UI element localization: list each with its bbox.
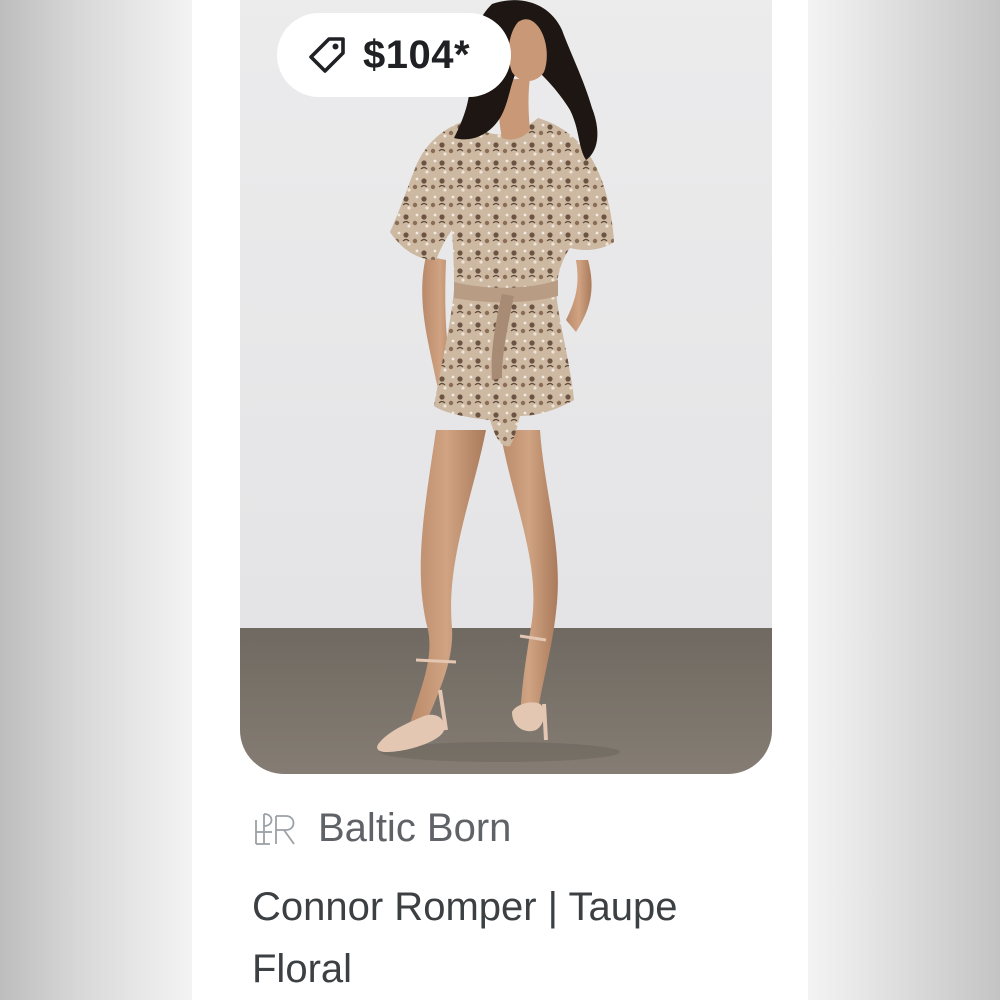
product-card[interactable]: $104* Baltic Born Connor Romper | Taupe … [192, 0, 808, 1000]
brand-row[interactable]: Baltic Born [250, 800, 511, 856]
price-tag-icon [305, 33, 349, 77]
price-badge: $104* [277, 13, 511, 97]
brand-name: Baltic Born [318, 805, 512, 850]
baltic-born-logo [250, 804, 298, 852]
price-label: $104* [363, 32, 471, 77]
product-title[interactable]: Connor Romper | Taupe Floral [252, 876, 772, 1000]
product-image[interactable] [240, 0, 772, 774]
